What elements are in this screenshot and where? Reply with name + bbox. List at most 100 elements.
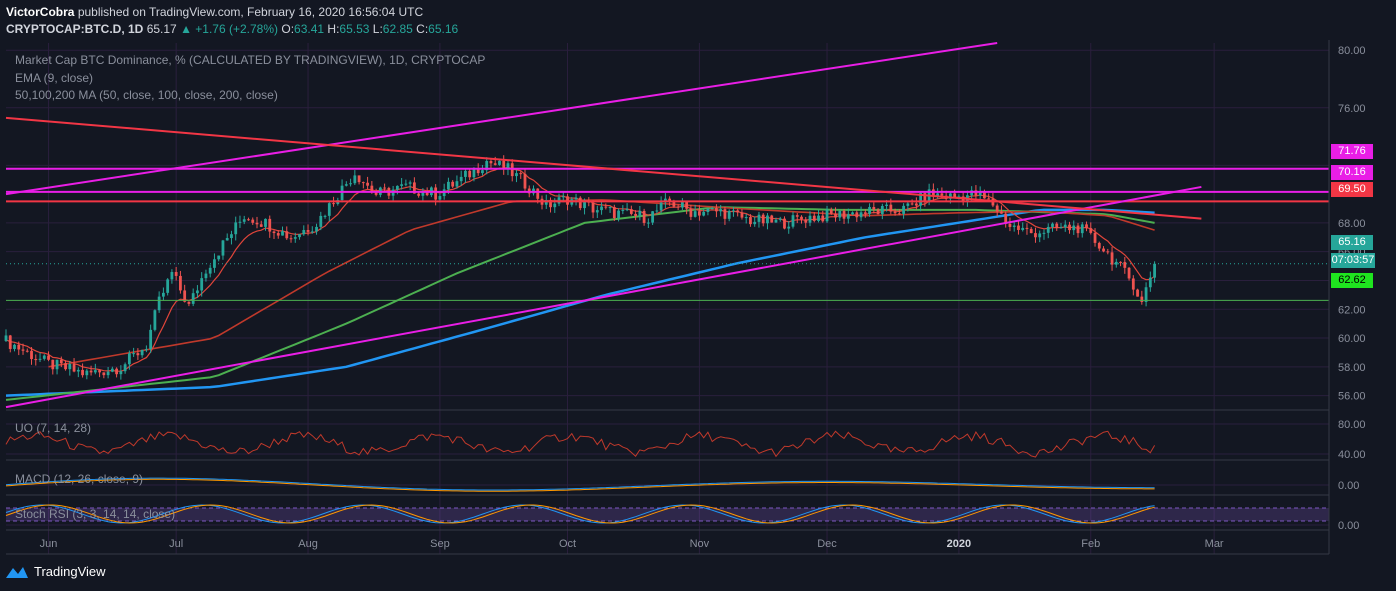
candle-body xyxy=(842,210,846,219)
candle-body xyxy=(851,212,854,215)
candle-body xyxy=(608,207,612,209)
ema-legend[interactable]: EMA (9, close) xyxy=(15,71,93,85)
candle-body xyxy=(838,210,842,218)
stoch-rsi-legend[interactable]: Stoch RSI (3, 3, 14, 14, close) xyxy=(15,507,175,521)
ohlc-high-label: H: xyxy=(327,22,340,36)
candle-body xyxy=(600,206,603,211)
candle-body xyxy=(1153,263,1156,278)
uo-40-tick: 40.00 xyxy=(1338,449,1366,461)
candle-body xyxy=(166,279,170,293)
candle-body xyxy=(459,176,463,182)
candle-body xyxy=(757,214,761,222)
candle-body xyxy=(1123,262,1127,268)
candle-body xyxy=(93,370,97,373)
main-series-legend[interactable]: Market Cap BTC Dominance, % (CALCULATED … xyxy=(15,53,485,67)
candle-body xyxy=(515,173,518,177)
x-tick-label-Feb: Feb xyxy=(1081,538,1100,550)
candle-body xyxy=(357,175,361,183)
y-tick-label: 68.00 xyxy=(1338,218,1366,230)
candle-body xyxy=(940,193,944,196)
candle-body xyxy=(272,231,276,234)
candle-body xyxy=(191,293,195,304)
candle-body xyxy=(238,221,242,223)
candle-body xyxy=(651,211,655,223)
candle-body xyxy=(727,210,731,219)
tradingview-brand: TradingView xyxy=(34,564,106,579)
candle-body xyxy=(855,212,859,218)
candle-body xyxy=(897,213,901,215)
candle-body xyxy=(676,206,680,208)
candle-body xyxy=(234,222,238,235)
candle-body xyxy=(625,209,629,211)
candle-body xyxy=(127,353,131,365)
candle-body xyxy=(578,197,582,209)
candle-body xyxy=(736,210,740,213)
candle-body xyxy=(110,368,114,372)
tradingview-footer[interactable]: TradingView xyxy=(6,564,106,579)
candle-body xyxy=(995,205,999,212)
candle-body xyxy=(455,181,459,187)
candle-body xyxy=(400,184,404,186)
candle-body xyxy=(85,370,89,376)
candle-body xyxy=(42,355,46,359)
y-tick-label: 58.00 xyxy=(1338,362,1366,374)
candle-body xyxy=(81,369,84,376)
candle-body xyxy=(698,211,701,216)
candle-body xyxy=(910,203,914,205)
x-tick-label-Sep: Sep xyxy=(430,538,450,550)
candle-body xyxy=(1085,224,1088,229)
candle-body xyxy=(744,217,748,219)
author-name[interactable]: VictorCobra xyxy=(6,5,74,19)
candle-body xyxy=(612,207,616,219)
candle-body xyxy=(464,170,467,177)
candle-body xyxy=(451,181,455,187)
stoch-0-tick: 0.00 xyxy=(1338,520,1359,532)
candle-body xyxy=(1093,232,1097,243)
level-69-50-badge: 69.50 xyxy=(1331,182,1373,197)
candle-body xyxy=(880,205,884,215)
candle-body xyxy=(370,185,374,192)
candle-body xyxy=(76,369,80,372)
candle-body xyxy=(710,208,714,210)
candle-body xyxy=(98,370,101,373)
candle-body xyxy=(795,215,799,217)
candle-body xyxy=(13,344,16,349)
ma-legend[interactable]: 50,100,200 MA (50, close, 100, close, 20… xyxy=(15,88,278,102)
candle-body xyxy=(353,175,357,184)
candle-body xyxy=(417,193,421,196)
candle-body xyxy=(25,350,29,352)
candle-body xyxy=(804,219,808,223)
candle-body xyxy=(285,231,289,239)
candle-body xyxy=(859,212,863,218)
candle-body xyxy=(1136,289,1139,297)
level-71-76-badge: 71.76 xyxy=(1331,144,1373,159)
candle-body xyxy=(1063,224,1067,228)
candle-body xyxy=(489,161,493,164)
candle-body xyxy=(38,358,42,360)
ohlc-close: 65.16 xyxy=(428,22,459,36)
candle-body xyxy=(302,230,306,235)
current-price-badge: 65.16 xyxy=(1331,235,1373,250)
candle-body xyxy=(753,221,757,225)
macd-legend[interactable]: MACD (12, 26, close, 9) xyxy=(15,472,143,486)
candle-body xyxy=(774,219,778,223)
candle-body xyxy=(680,202,684,208)
candle-body xyxy=(885,204,888,206)
candle-body xyxy=(906,203,910,206)
candle-body xyxy=(868,207,871,214)
candle-body xyxy=(51,359,55,370)
candle-body xyxy=(59,359,63,364)
candle-body xyxy=(404,183,408,185)
candle-body xyxy=(55,359,59,370)
candle-body xyxy=(1059,227,1063,229)
candle-body xyxy=(315,226,318,232)
candle-body xyxy=(902,205,905,214)
candle-body xyxy=(366,182,369,186)
uo-legend[interactable]: UO (7, 14, 28) xyxy=(15,421,91,435)
candle-body xyxy=(646,222,650,224)
candle-body xyxy=(498,160,501,165)
candle-body xyxy=(200,278,204,291)
candle-body xyxy=(174,272,178,276)
candle-body xyxy=(332,203,335,205)
candle-body xyxy=(242,219,246,222)
